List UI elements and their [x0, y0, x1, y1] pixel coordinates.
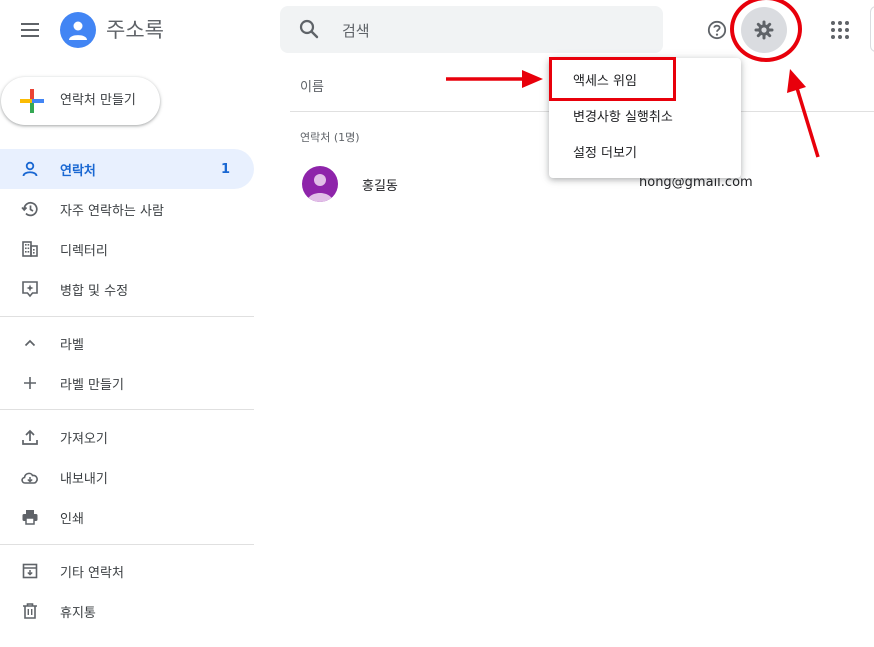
arrow-right-icon	[446, 70, 543, 88]
arrow-up-icon	[787, 69, 820, 158]
annotation-arrows	[446, 69, 820, 158]
